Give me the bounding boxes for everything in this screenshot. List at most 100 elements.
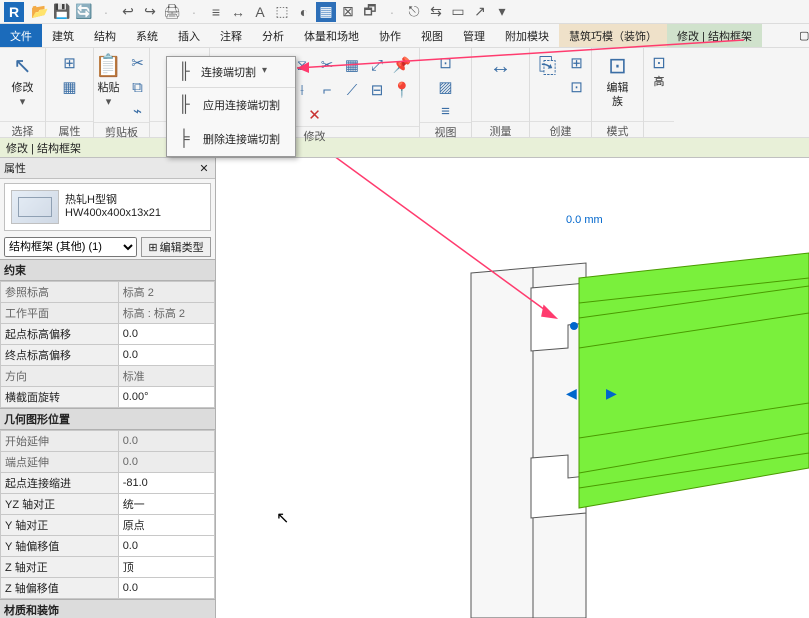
highlight-button[interactable]: ⊡ 高 [648,52,670,88]
tab-structure[interactable]: 结构 [84,24,126,47]
property-value[interactable]: 原点 [118,515,214,536]
property-value[interactable]: 顶 [118,557,214,578]
delete-icon[interactable]: ✕ [304,104,326,126]
property-value[interactable]: 0.0 [118,578,214,599]
tab-view[interactable]: 视图 [411,24,453,47]
measure-button[interactable]: ↔ [480,52,522,80]
dropdown-header[interactable]: ╟ 连接端切割 ▾ [167,57,295,88]
unpin-icon[interactable]: 📍 [391,79,413,101]
create-similar-icon: ⎘ [534,52,562,80]
apply-join-end-cut-item[interactable]: ╟ 应用连接端切割 [167,88,295,122]
category-selector[interactable]: 结构框架 (其他) (1) [4,237,137,257]
edit-family-button[interactable]: ⊡ 编辑 族 [600,52,636,108]
category-constraints[interactable]: 约束 [0,259,215,281]
property-value[interactable]: -81.0 [118,473,214,494]
pin-icon[interactable]: 📌 [391,54,413,76]
dropdown-arrow-icon[interactable]: ▾ [492,2,512,22]
switch-icon[interactable]: ⇆ [426,2,446,22]
property-value: 0.0 [118,452,214,473]
paste-button[interactable]: 📋 粘贴 ▾ [95,52,123,108]
trim-corner-icon[interactable]: ⌐ [316,79,338,101]
assembly-icon[interactable]: ⊞ [566,52,588,74]
override-icon[interactable]: ▨ [435,76,457,98]
model-canvas: 0.0 mm [216,158,809,618]
chevron-down-icon: ▾ [262,65,276,79]
close-window-icon[interactable]: ⊠ [338,2,358,22]
section-icon[interactable]: ◐ [294,2,314,22]
property-value[interactable]: 0.00° [118,387,214,408]
copy-icon[interactable]: ⧉ [127,76,149,98]
hide-icon[interactable]: ⊡ [435,52,457,74]
trim-single-icon[interactable]: ⟋ [341,79,363,101]
scale-icon[interactable]: ⤢ [366,54,388,76]
mouse-cursor: ↖ [276,508,289,528]
split-gap-icon[interactable]: ⊟ [366,79,388,101]
property-key: 起点连接缩进 [1,473,119,494]
linework-icon[interactable]: ≡ [435,100,457,122]
sync2-icon[interactable]: 🗗 [360,2,380,22]
dimension-label[interactable]: 0.0 mm [566,214,603,226]
highlight-icon[interactable]: ▦ [316,2,336,22]
print-icon[interactable]: 🖨 [162,2,182,22]
dim-icon[interactable]: ↔ [228,2,248,22]
app-logo: R [4,2,24,22]
property-value[interactable]: 统一 [118,494,214,515]
group-icon[interactable]: ⊡ [566,76,588,98]
type-props-icon[interactable]: ⊞ [59,52,81,74]
create-similar-button[interactable]: ⎘ [534,52,562,80]
tab-special[interactable]: 慧筑巧模（装饰） [559,24,667,47]
tab-massing[interactable]: 体量和场地 [294,24,369,47]
filter-icon[interactable]: ▦ [59,76,81,98]
properties-title: 属性 [4,160,26,176]
lines-icon[interactable]: ≡ [206,2,226,22]
split-icon[interactable]: ✂ [316,54,338,76]
flip-control-right[interactable]: ▶ [606,385,617,401]
drag-handle[interactable] [570,322,578,330]
tab-addins[interactable]: 附加模块 [495,24,559,47]
similar-icon[interactable]: ⎋ [404,2,424,22]
array-icon[interactable]: ▦ [341,54,363,76]
tab-file[interactable]: 文件 [0,24,42,47]
folder-open-icon[interactable]: 📂 [30,2,50,22]
property-value[interactable]: 0.0 [118,345,214,366]
tab-architecture[interactable]: 建筑 [42,24,84,47]
properties-scroll[interactable]: 约束 参照标高标高 2工作平面标高 : 标高 2起点标高偏移0.0终点标高偏移0… [0,259,215,618]
panel-label-props: 属性 [46,121,93,137]
property-row: 端点延伸0.0 [1,452,215,473]
modify-tool-button[interactable]: ↖ 修改 ▾ [5,52,41,108]
tab-insert[interactable]: 插入 [168,24,210,47]
quick-access-toolbar: R 📂 💾 🔄 · ↩ ↪ 🖨 · ≡ ↔ A ⬚ ◐ ▦ ⊠ 🗗 · ⎋ ⇆ … [0,0,809,24]
thin-lines-icon[interactable]: ▭ [448,2,468,22]
tab-collaborate[interactable]: 协作 [369,24,411,47]
close-panel-button[interactable]: ✕ [197,161,211,175]
flip-control-left[interactable]: ◀ [566,385,577,401]
3d-icon[interactable]: ⬚ [272,2,292,22]
panel-label-view: 视图 [420,122,471,138]
tab-annotate[interactable]: 注释 [210,24,252,47]
viewport[interactable]: 0.0 mm [216,158,809,618]
sync-icon[interactable]: 🔄 [74,2,94,22]
cut-icon[interactable]: ✂ [127,52,149,74]
property-value[interactable]: 0.0 [118,536,214,557]
tab-manage[interactable]: 管理 [453,24,495,47]
edit-type-button[interactable]: ⊞ 编辑类型 [141,237,211,257]
category-geometry[interactable]: 几何图形位置 [0,408,215,430]
ribbon-overflow[interactable]: ▢▾ [789,24,809,47]
match-icon[interactable]: ⌁ [127,100,149,122]
tab-modify-structural-framing[interactable]: 修改 | 结构框架 [667,24,762,47]
property-row: 横截面旋转0.00° [1,387,215,408]
tab-analyze[interactable]: 分析 [252,24,294,47]
category-material[interactable]: 材质和装饰 [0,599,215,618]
property-key: 方向 [1,366,119,387]
property-value[interactable]: 0.0 [118,324,214,345]
redo-icon[interactable]: ↪ [140,2,160,22]
text-icon[interactable]: A [250,2,270,22]
property-row: 工作平面标高 : 标高 2 [1,303,215,324]
ws-icon[interactable]: ↗ [470,2,490,22]
family-type-selector[interactable]: 热轧H型钢 HW400x400x13x21 [4,183,211,231]
tab-systems[interactable]: 系统 [126,24,168,47]
remove-join-end-cut-item[interactable]: ╞ 删除连接端切割 [167,122,295,156]
save-icon[interactable]: 💾 [52,2,72,22]
property-key: 终点标高偏移 [1,345,119,366]
undo-icon[interactable]: ↩ [118,2,138,22]
